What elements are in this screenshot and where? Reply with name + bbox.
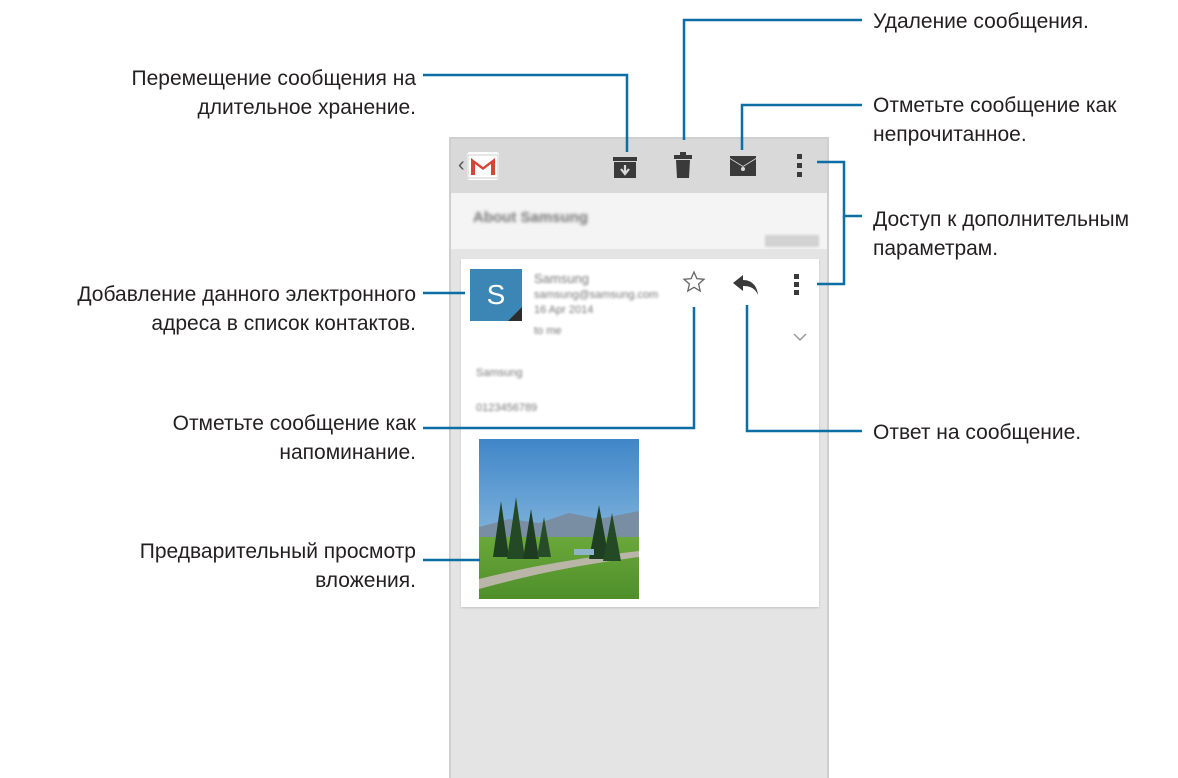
sender-date: 16 Apr 2014 — [534, 304, 594, 316]
subject-bar: About Samsung — [451, 193, 827, 249]
callout-archive-line2: длительное хранение. — [197, 96, 416, 119]
trash-icon[interactable] — [673, 151, 693, 179]
callout-attachment: Предварительный просмотр вложения. — [140, 537, 416, 595]
message-overflow-icon[interactable] — [793, 273, 801, 297]
sender-avatar[interactable]: S — [470, 269, 522, 321]
phone-screen: ‹ About Samsung S Samsung samsung@samsun… — [449, 137, 829, 778]
recipient-line: to me — [534, 325, 562, 337]
callout-attachment-line2: вложения. — [315, 569, 416, 592]
callout-star: Отметьте сообщение как напоминание. — [173, 409, 416, 467]
callout-delete-line1: Удаление сообщения. — [873, 10, 1089, 33]
body-text-line1: Samsung — [476, 367, 523, 379]
gmail-icon — [467, 154, 499, 179]
callout-more-options: Доступ к дополнительным параметрам. — [873, 205, 1129, 263]
attachment-preview[interactable] — [479, 439, 639, 599]
overflow-menu-icon[interactable] — [796, 153, 804, 179]
callout-star-line1: Отметьте сообщение как — [172, 412, 416, 435]
callout-mark-unread-line2: непрочитанное. — [873, 123, 1027, 146]
callout-star-line2: напоминание. — [279, 441, 416, 464]
callout-reply-line1: Ответ на сообщение. — [873, 421, 1082, 444]
callout-add-contact: Добавление данного электронного адреса в… — [77, 280, 416, 338]
callout-delete: Удаление сообщения. — [873, 7, 1089, 36]
callout-mark-unread-line1: Отметьте сообщение как — [873, 94, 1117, 117]
callout-more-options-line2: параметрам. — [873, 237, 999, 260]
callout-more-options-line1: Доступ к дополнительным — [873, 208, 1130, 231]
archive-icon[interactable] — [612, 155, 638, 179]
callout-attachment-line1: Предварительный просмотр — [139, 540, 416, 563]
attachment-image — [479, 439, 639, 599]
back-icon[interactable]: ‹ — [458, 154, 465, 177]
avatar-fold — [508, 307, 522, 321]
callout-mark-unread: Отметьте сообщение как непрочитанное. — [873, 91, 1116, 149]
mark-unread-icon[interactable] — [729, 155, 757, 177]
avatar-letter: S — [486, 279, 506, 310]
gmail-logo — [467, 152, 499, 180]
callout-archive: Перемещение сообщения на длительное хран… — [132, 64, 416, 122]
label-tag — [765, 235, 819, 247]
callout-reply: Ответ на сообщение. — [873, 418, 1081, 447]
reply-icon[interactable] — [732, 274, 760, 296]
sender-email: samsung@samsung.com — [534, 289, 659, 301]
message-card: S Samsung samsung@samsung.com 16 Apr 201… — [461, 259, 819, 607]
action-bar: ‹ — [451, 139, 827, 193]
callout-add-contact-line1: Добавление данного электронного — [77, 283, 416, 306]
message-subject: About Samsung — [473, 209, 588, 226]
line-delete — [682, 18, 862, 140]
expand-icon[interactable] — [791, 331, 809, 343]
sender-name: Samsung — [534, 271, 589, 286]
star-icon[interactable] — [682, 270, 706, 294]
callout-archive-line1: Перемещение сообщения на — [131, 67, 416, 90]
body-text-line2: 0123456789 — [476, 402, 538, 414]
callout-add-contact-line2: адреса в список контактов. — [151, 312, 416, 335]
